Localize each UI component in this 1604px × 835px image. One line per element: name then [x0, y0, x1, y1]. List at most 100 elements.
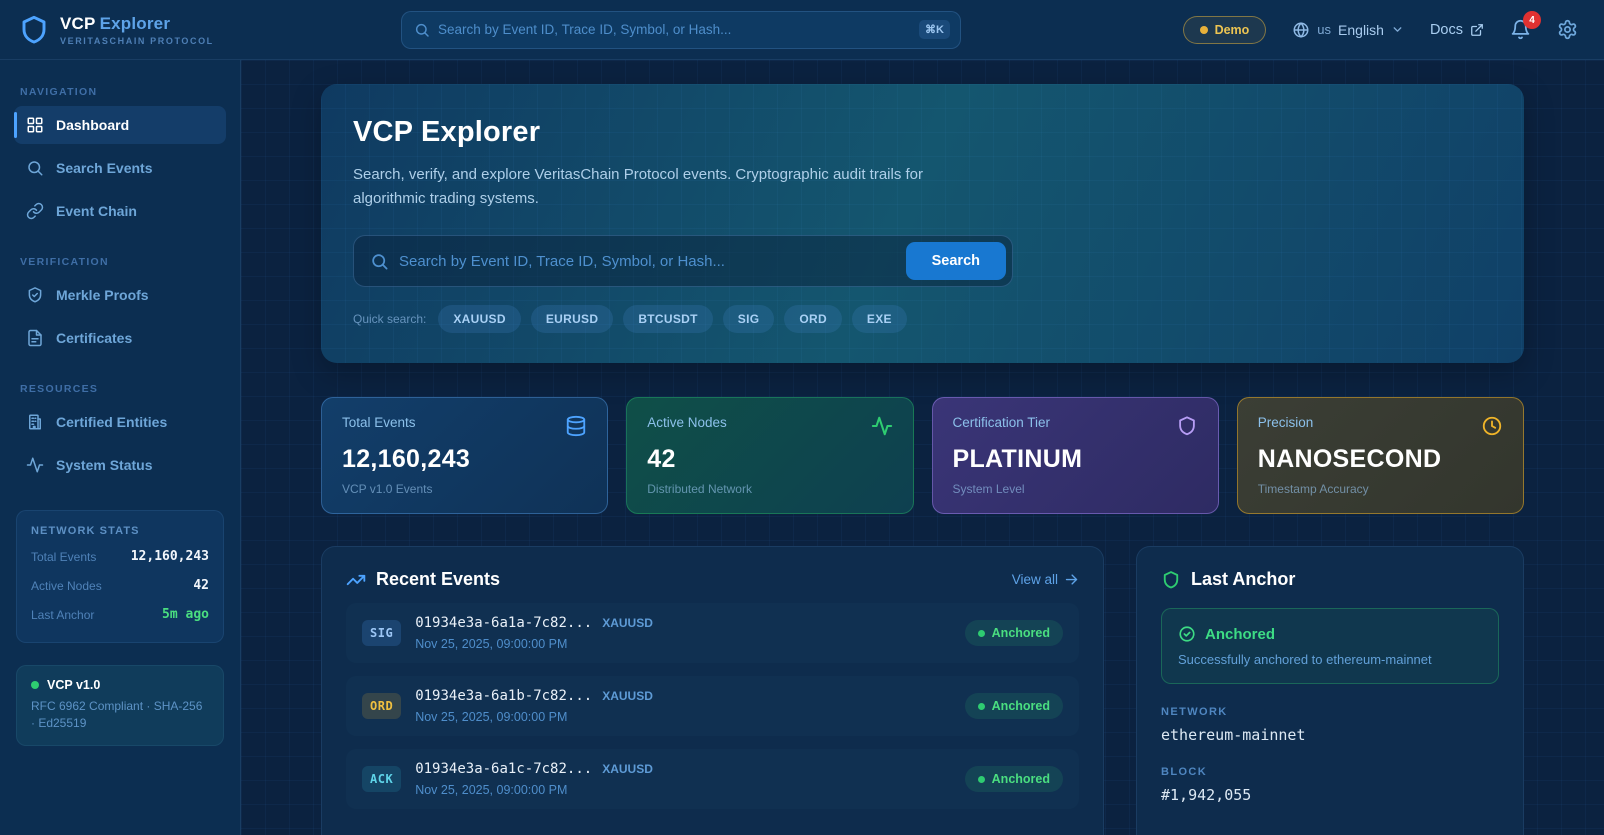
building-icon — [26, 413, 44, 431]
stat-card-sublabel: Timestamp Accuracy — [1257, 482, 1369, 496]
quick-chip-btcusdt[interactable]: BTCUSDT — [623, 305, 713, 333]
status-dot — [977, 702, 985, 710]
quick-search-label: Quick search: — [353, 312, 427, 326]
settings-button[interactable] — [1557, 19, 1578, 40]
database-icon — [565, 415, 587, 437]
status-badge-anchored: Anchored — [964, 620, 1063, 646]
shield-icon — [1176, 415, 1198, 437]
event-id: 01934e3a-6a1b-7c82... — [415, 688, 593, 704]
header-search-placeholder: Search by Event ID, Trace ID, Symbol, or… — [438, 22, 732, 37]
sidebar-item-label: Merkle Proofs — [56, 287, 149, 303]
stat-card-label: Active Nodes — [647, 415, 727, 430]
stat-card-total-events: Total Events 12,160,243 VCP v1.0 Events — [321, 397, 609, 514]
sidebar-item-search-events[interactable]: Search Events — [14, 149, 226, 187]
event-row-ack[interactable]: ACK 01934e3a-6a1c-7c82... XAUUSD Nov 25,… — [346, 749, 1079, 809]
event-row-sig[interactable]: SIG 01934e3a-6a1a-7c82... XAUUSD Nov 25,… — [346, 603, 1079, 663]
sidebar: NAVIGATION Dashboard Search Events Event… — [0, 60, 241, 835]
header-search-input[interactable]: Search by Event ID, Trace ID, Symbol, or… — [401, 10, 961, 49]
quick-chip-eurusd[interactable]: EURUSD — [530, 305, 614, 333]
event-id: 01934e3a-6a1c-7c82... — [415, 761, 593, 777]
search-button[interactable]: Search — [905, 242, 1006, 280]
link-icon — [26, 202, 44, 220]
recent-events-panel: Recent Events View all SIG 01934e3a-6a1a… — [321, 546, 1104, 835]
hero-search-placeholder: Search by Event ID, Trace ID, Symbol, or… — [399, 252, 725, 270]
sidebar-item-label: Event Chain — [56, 203, 137, 219]
header-actions: Demo us English Docs 4 — [1182, 11, 1604, 44]
stat-value: 12,160,243 — [130, 549, 209, 564]
network-stats-row: Total Events 12,160,243 — [31, 549, 209, 564]
version-title: VCP v1.0 — [47, 678, 101, 692]
status-dot — [977, 775, 985, 783]
external-link-icon — [1470, 23, 1484, 37]
stat-cards-row: Total Events 12,160,243 VCP v1.0 Events … — [321, 397, 1524, 514]
event-symbol: XAUUSD — [602, 616, 653, 630]
status-badge-anchored: Anchored — [964, 766, 1063, 792]
shield-icon — [1161, 570, 1181, 590]
docs-label: Docs — [1429, 21, 1463, 38]
notifications-button[interactable]: 4 — [1510, 11, 1541, 40]
search-icon — [370, 252, 389, 271]
sidebar-item-dashboard[interactable]: Dashboard — [14, 106, 226, 144]
quick-chip-ord[interactable]: ORD — [784, 305, 842, 333]
demo-dot — [1199, 25, 1208, 34]
certificate-icon — [26, 329, 44, 347]
language-selector[interactable]: us English — [1292, 21, 1404, 39]
sidebar-item-certificates[interactable]: Certificates — [14, 319, 226, 357]
event-symbol: XAUUSD — [602, 689, 653, 703]
sidebar-item-label: System Status — [56, 457, 153, 473]
sidebar-item-system-status[interactable]: System Status — [14, 446, 226, 484]
sidebar-item-label: Certified Entities — [56, 414, 168, 430]
event-timestamp: Nov 25, 2025, 09:00:00 PM — [415, 783, 568, 797]
network-label: NETWORK — [1161, 706, 1228, 718]
stat-card-label: Total Events — [342, 415, 416, 430]
globe-icon — [1292, 21, 1310, 39]
quick-chip-exe[interactable]: EXE — [851, 305, 907, 333]
hero-search-input[interactable]: Search by Event ID, Trace ID, Symbol, or… — [353, 235, 1013, 287]
stat-card-value: 12,160,243 — [342, 445, 471, 473]
chevron-down-icon — [1391, 23, 1404, 36]
stat-card-sublabel: Distributed Network — [647, 482, 752, 496]
sidebar-item-event-chain[interactable]: Event Chain — [14, 192, 226, 230]
stat-value: 42 — [193, 578, 209, 593]
clock-icon — [1481, 415, 1503, 437]
version-description: RFC 6962 Compliant · SHA-256 · Ed25519 — [31, 699, 203, 731]
sidebar-item-merkle-proofs[interactable]: Merkle Proofs — [14, 276, 226, 314]
status-dot — [977, 629, 985, 637]
top-header: VCP Explorer VERITASCHAIN PROTOCOL Search… — [0, 0, 1604, 60]
event-symbol: XAUUSD — [602, 762, 653, 776]
stat-card-value: PLATINUM — [952, 445, 1083, 473]
event-timestamp: Nov 25, 2025, 09:00:00 PM — [415, 710, 568, 724]
view-all-link[interactable]: View all — [1012, 572, 1079, 587]
sidebar-item-label: Search Events — [56, 160, 153, 176]
status-badge-anchored: Anchored — [964, 693, 1063, 719]
dashboard-icon — [26, 116, 44, 134]
demo-mode-badge[interactable]: Demo — [1182, 15, 1267, 44]
stat-label: Total Events — [31, 549, 97, 564]
quick-chip-sig[interactable]: SIG — [722, 305, 775, 333]
brand: VCP Explorer VERITASCHAIN PROTOCOL — [0, 14, 241, 46]
stat-label: Active Nodes — [31, 578, 102, 593]
event-type-badge: ORD — [362, 693, 402, 719]
stat-label: Last Anchor — [31, 607, 95, 622]
stat-card-certification-tier: Certification Tier PLATINUM System Level — [931, 397, 1219, 514]
block-value: #1,942,055 — [1161, 786, 1252, 804]
language-label: English — [1338, 21, 1384, 38]
stat-card-value: NANOSECOND — [1257, 445, 1442, 473]
page-title: VCP Explorer — [353, 116, 541, 148]
stat-card-precision: Precision NANOSECOND Timestamp Accuracy — [1236, 397, 1524, 514]
activity-icon — [26, 456, 44, 474]
event-row-ord[interactable]: ORD 01934e3a-6a1b-7c82... XAUUSD Nov 25,… — [346, 676, 1079, 736]
status-dot — [31, 681, 39, 689]
docs-link[interactable]: Docs — [1430, 22, 1484, 38]
stat-card-label: Certification Tier — [952, 415, 1051, 430]
stat-card-label: Precision — [1257, 415, 1314, 430]
quick-chip-xauusd[interactable]: XAUUSD — [438, 305, 521, 333]
last-anchor-title: Last Anchor — [1191, 569, 1296, 589]
sidebar-item-certified-entities[interactable]: Certified Entities — [14, 403, 226, 441]
status-label: Anchored — [991, 626, 1050, 640]
stat-card-sublabel: System Level — [952, 482, 1025, 496]
keyboard-shortcut-badge: ⌘K — [919, 20, 950, 39]
brand-name-secondary: Explorer — [99, 13, 171, 33]
anchor-status-box: Anchored Successfully anchored to ethere… — [1161, 608, 1499, 684]
quick-search-row: Quick search: XAUUSD EURUSD BTCUSDT SIG … — [353, 305, 1492, 333]
